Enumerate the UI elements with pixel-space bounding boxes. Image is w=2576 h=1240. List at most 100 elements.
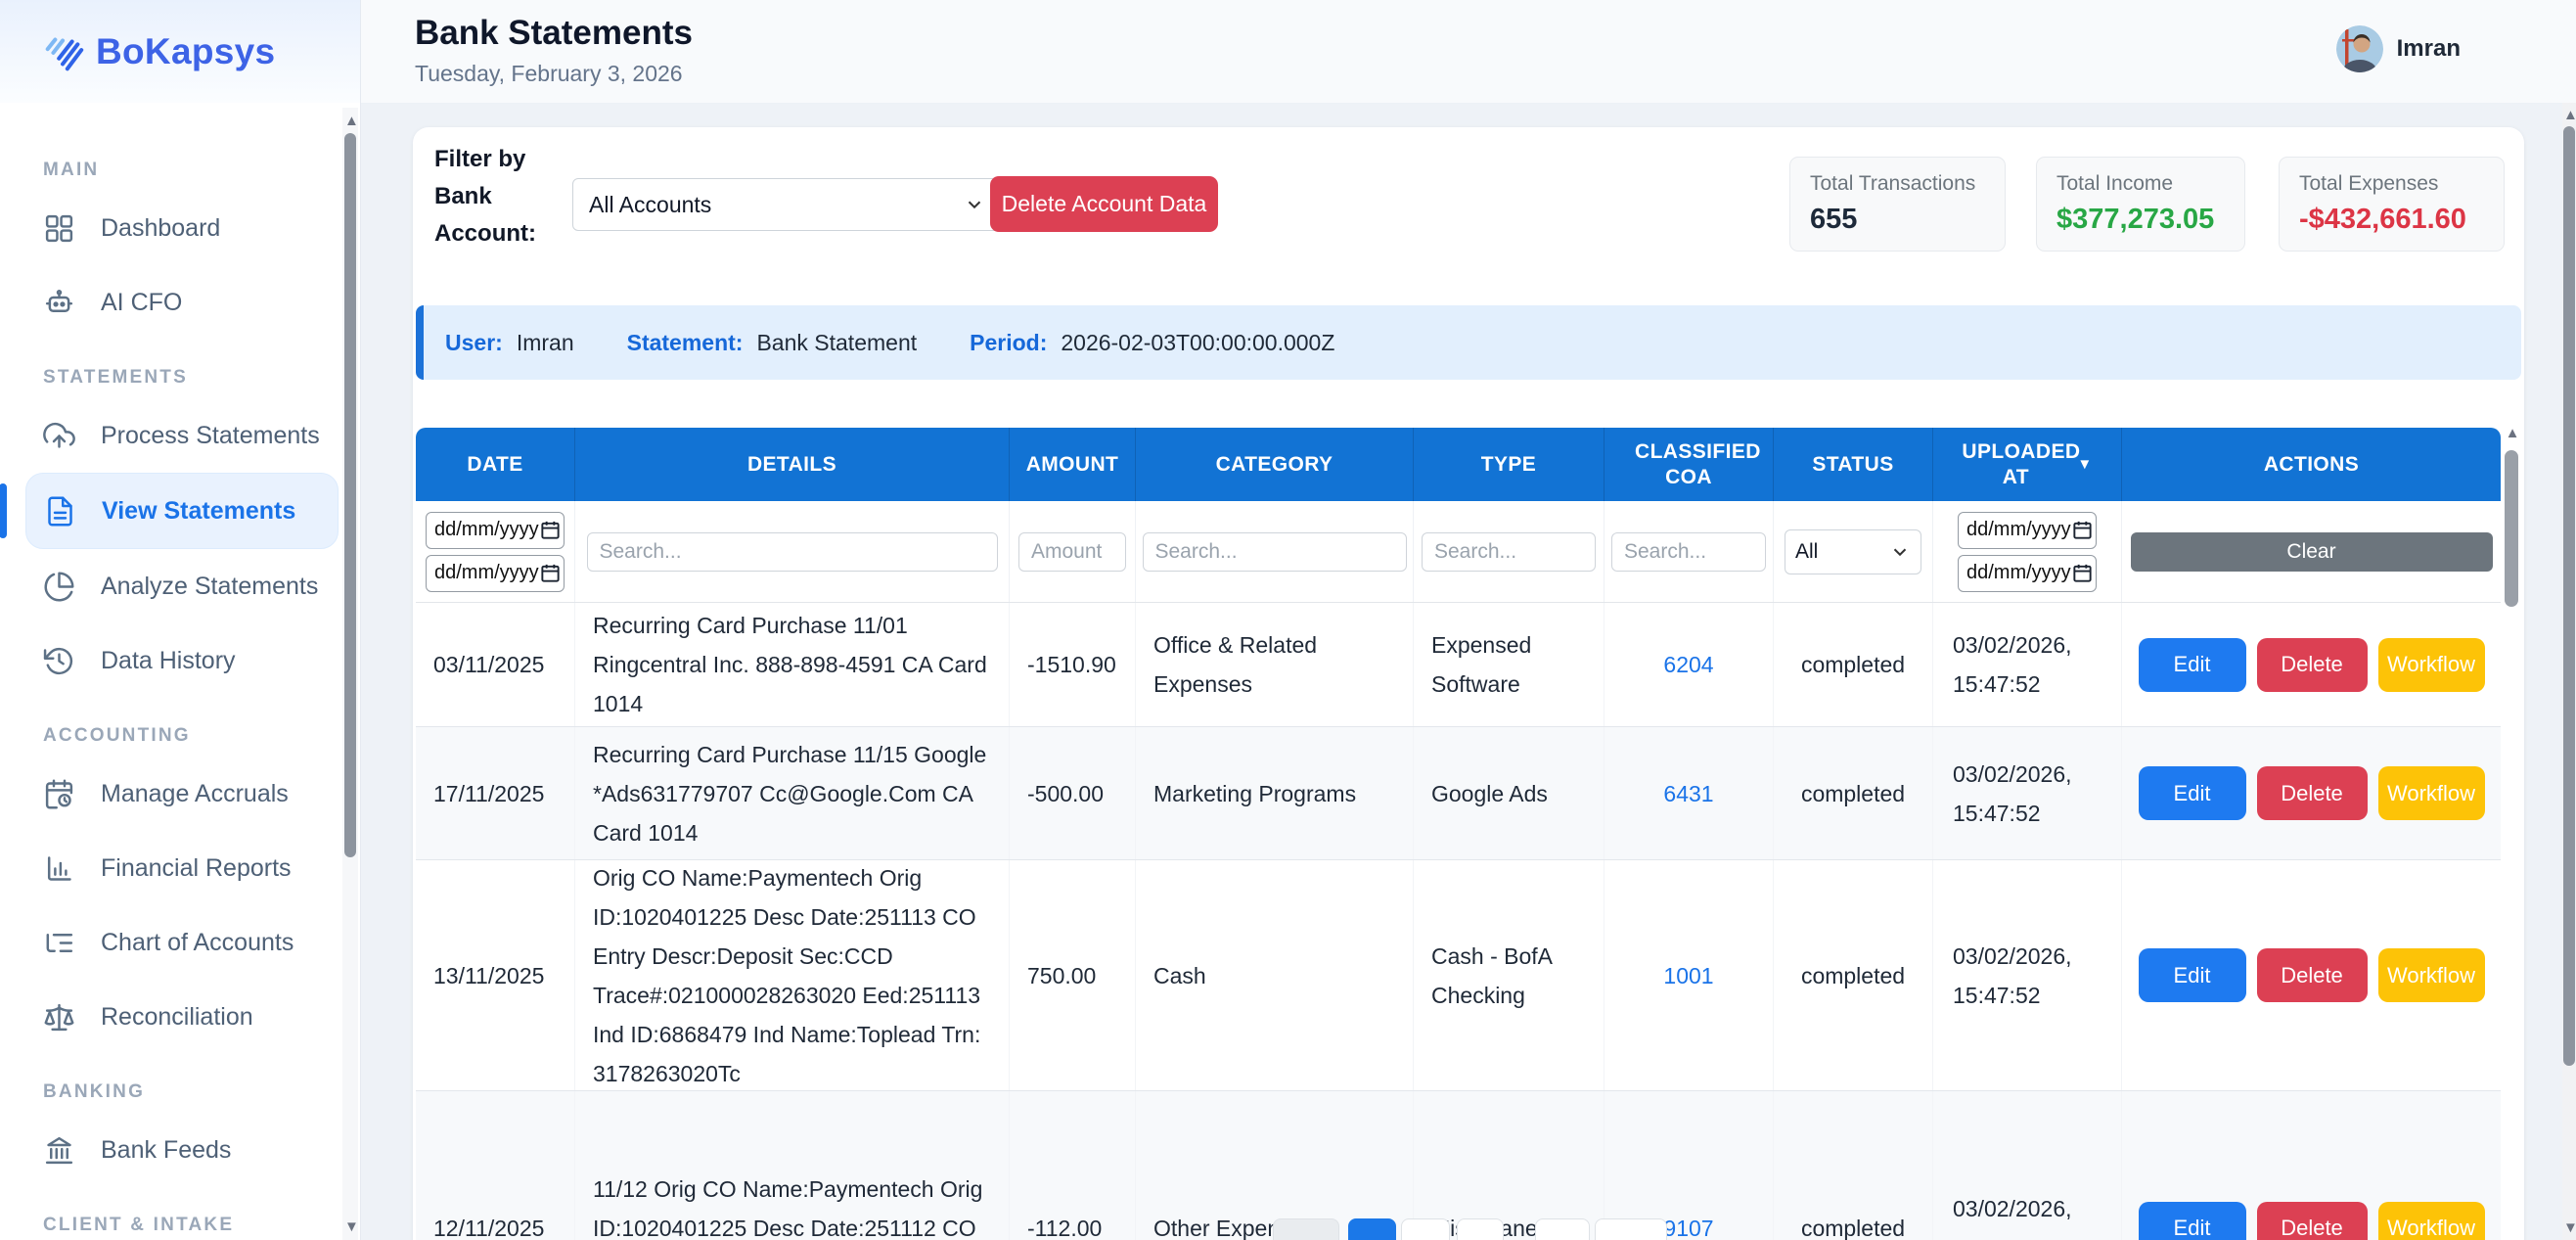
sidebar-section-main: MAIN — [43, 160, 340, 181]
table-scrollbar-thumb[interactable] — [2505, 450, 2518, 607]
calendar-icon — [539, 562, 562, 584]
pagination-page-button[interactable] — [1401, 1218, 1450, 1240]
account-select-value: All Accounts — [589, 192, 711, 218]
table-scrollbar[interactable]: ▲ ▼ — [2501, 413, 2524, 1240]
sidebar-scrollbar[interactable]: ▲ ▼ — [342, 108, 358, 1240]
date-from-filter[interactable]: dd/mm/yyyy — [426, 512, 565, 549]
sidebar-section-banking: BANKING — [43, 1081, 340, 1103]
cell-uploaded-at: 03/02/2026, 15:47:52 — [1933, 860, 2122, 1090]
robot-icon — [43, 287, 75, 319]
col-header-type[interactable]: TYPE — [1414, 428, 1604, 501]
pagination-page-active[interactable] — [1348, 1218, 1396, 1240]
uploaded-to-filter[interactable]: dd/mm/yyyy — [1958, 555, 2097, 592]
sidebar-item-label: Chart of Accounts — [101, 929, 294, 957]
sidebar-item-label: Process Statements — [101, 422, 320, 450]
cell-status: completed — [1774, 727, 1933, 859]
pagination-next-button[interactable] — [1595, 1218, 1667, 1240]
scroll-up-icon[interactable]: ▲ — [2563, 108, 2575, 122]
edit-button[interactable]: Edit — [2139, 766, 2246, 820]
sidebar-item-analyze-statements[interactable]: Analyze Statements — [43, 549, 329, 623]
category-search-input[interactable] — [1143, 532, 1407, 572]
status-filter-select[interactable]: All — [1785, 529, 1921, 574]
delete-button[interactable]: Delete — [2257, 766, 2368, 820]
workflow-button[interactable]: Workflow — [2378, 1202, 2485, 1240]
workflow-button[interactable]: Workflow — [2378, 638, 2485, 692]
coa-link[interactable]: 6431 — [1663, 774, 1713, 813]
scroll-down-icon[interactable]: ▼ — [344, 1219, 356, 1234]
sidebar-item-financial-reports[interactable]: Financial Reports — [43, 831, 329, 905]
page-title: Bank Statements — [415, 14, 693, 53]
cell-classified-coa: 1001 — [1604, 860, 1774, 1090]
col-header-amount[interactable]: AMOUNT — [1010, 428, 1136, 501]
workflow-button[interactable]: Workflow — [2378, 766, 2485, 820]
table-header-row: DATE DETAILS AMOUNT CATEGORY TYPE CLASSI… — [416, 428, 2501, 501]
col-header-uploaded-at[interactable]: UPLOADED AT▼ — [1933, 428, 2122, 501]
col-header-status[interactable]: STATUS — [1774, 428, 1933, 501]
page-scrollbar[interactable]: ▲ ▼ — [2562, 103, 2576, 1240]
sidebar-item-bank-feeds[interactable]: Bank Feeds — [43, 1113, 329, 1187]
cell-category: Marketing Programs — [1136, 727, 1414, 859]
workflow-button[interactable]: Workflow — [2378, 948, 2485, 1002]
cell-uploaded-at: 03/02/2026, 15:47:52 — [1933, 727, 2122, 859]
clear-filters-button[interactable]: Clear — [2131, 532, 2493, 572]
col-header-date[interactable]: DATE — [416, 428, 575, 501]
sidebar-item-manage-accruals[interactable]: Manage Accruals — [43, 757, 329, 831]
col-header-label: CLASSIFIED COA — [1635, 439, 1742, 490]
sidebar-item-chart-of-accounts[interactable]: Chart of Accounts — [43, 905, 329, 980]
transactions-table: DATE DETAILS AMOUNT CATEGORY TYPE CLASSI… — [416, 428, 2501, 1240]
dashboard-icon — [43, 212, 75, 245]
calendar-clock-icon — [43, 778, 75, 810]
scroll-down-icon[interactable]: ▼ — [2563, 1220, 2575, 1235]
sidebar-item-process-statements[interactable]: Process Statements — [43, 398, 329, 473]
col-header-label: DETAILS — [747, 452, 836, 478]
delete-button[interactable]: Delete — [2257, 948, 2368, 1002]
edit-button[interactable]: Edit — [2139, 638, 2246, 692]
delete-button[interactable]: Delete — [2257, 638, 2368, 692]
bank-account-select[interactable]: All Accounts — [572, 178, 1002, 231]
cell-category: Cash — [1136, 860, 1414, 1090]
chevron-down-icon — [1889, 541, 1911, 563]
user-menu[interactable]: Imran — [2336, 25, 2461, 72]
cell-actions: Edit Delete Workflow — [2122, 860, 2501, 1090]
col-header-label: TYPE — [1481, 452, 1536, 478]
period-label: Period: — [970, 330, 1047, 356]
pagination-page-button[interactable] — [1457, 1218, 1504, 1240]
sidebar-item-data-history[interactable]: Data History — [43, 623, 329, 698]
stat-label: Total Transactions — [1810, 172, 2005, 196]
coa-search-input[interactable] — [1611, 532, 1766, 572]
amount-filter-input[interactable] — [1018, 532, 1126, 572]
pagination-page-button[interactable] — [1535, 1218, 1590, 1240]
page-scrollbar-thumb[interactable] — [2563, 126, 2575, 1066]
coa-link[interactable]: 1001 — [1663, 956, 1713, 995]
cell-details: Recurring Card Purchase 11/15 Google *Ad… — [575, 727, 1010, 859]
cell-type: Cash - BofA Checking — [1414, 860, 1604, 1090]
col-header-classified-coa[interactable]: CLASSIFIED COA — [1604, 428, 1774, 501]
pagination-prev-button[interactable] — [1273, 1218, 1339, 1240]
topbar: Bank Statements Tuesday, February 3, 202… — [360, 0, 2576, 104]
sidebar-item-label: Bank Feeds — [101, 1136, 231, 1165]
type-search-input[interactable] — [1422, 532, 1596, 572]
uploaded-from-filter[interactable]: dd/mm/yyyy — [1958, 512, 2097, 549]
cell-classified-coa: 6431 — [1604, 727, 1774, 859]
cell-classified-coa: 6204 — [1604, 603, 1774, 726]
cell-date: 13/11/2025 — [416, 860, 575, 1090]
sidebar-item-reconciliation[interactable]: Reconciliation — [43, 980, 329, 1054]
sidebar-item-dashboard[interactable]: Dashboard — [43, 191, 329, 265]
coa-link[interactable]: 6204 — [1663, 645, 1713, 684]
delete-account-data-button[interactable]: Delete Account Data — [990, 176, 1218, 232]
cell-amount: -1510.90 — [1010, 603, 1136, 726]
coa-link[interactable]: 9107 — [1663, 1209, 1713, 1240]
col-header-category[interactable]: CATEGORY — [1136, 428, 1414, 501]
edit-button[interactable]: Edit — [2139, 948, 2246, 1002]
sidebar-item-ai-cfo[interactable]: AI CFO — [43, 265, 329, 340]
details-search-input[interactable] — [587, 532, 998, 572]
col-header-details[interactable]: DETAILS — [575, 428, 1010, 501]
date-to-filter[interactable]: dd/mm/yyyy — [426, 555, 565, 592]
delete-button[interactable]: Delete — [2257, 1202, 2368, 1240]
sidebar-scrollbar-thumb[interactable] — [344, 133, 356, 857]
sidebar-item-view-statements[interactable]: View Statements — [25, 473, 339, 549]
edit-button[interactable]: Edit — [2139, 1202, 2246, 1240]
sidebar-item-label: Analyze Statements — [101, 573, 318, 601]
scroll-up-icon[interactable]: ▲ — [344, 114, 356, 128]
scroll-up-icon[interactable]: ▲ — [2505, 425, 2520, 441]
